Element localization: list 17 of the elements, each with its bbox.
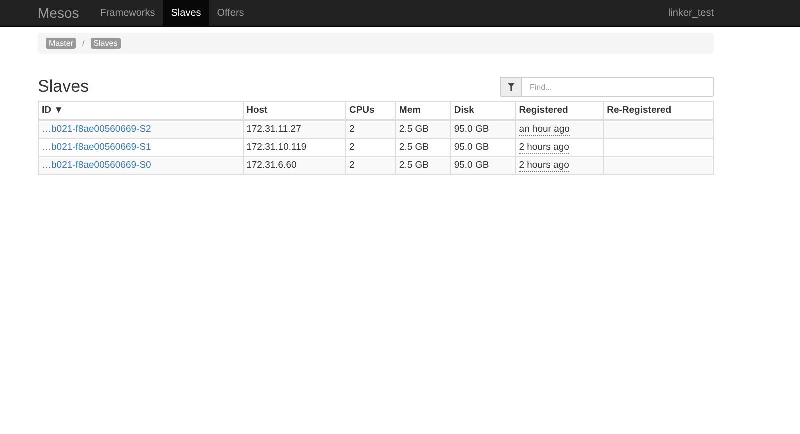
nav-tab[interactable]: Offers <box>209 0 252 26</box>
relative-time: an hour ago <box>519 124 570 136</box>
user-name: linker_test <box>668 8 714 18</box>
table-cell: 2.5 GB <box>396 156 451 174</box>
filter-button[interactable] <box>500 77 522 97</box>
table-cell: 172.31.6.60 <box>243 156 346 174</box>
nav-tab[interactable]: Slaves <box>163 0 210 26</box>
table-cell: 95.0 GB <box>450 156 516 174</box>
page-title: Slaves <box>38 77 90 97</box>
nav-tab[interactable]: Frameworks <box>92 0 164 26</box>
breadcrumb-separator: / <box>82 39 85 48</box>
filter-icon <box>508 83 514 91</box>
search-field[interactable]: Find... <box>522 77 714 97</box>
relative-time: 2 hours ago <box>519 160 570 172</box>
table-cell: 2 <box>346 156 396 174</box>
relative-time: 2 hours ago <box>519 142 570 154</box>
brand: Mesos <box>38 4 80 23</box>
